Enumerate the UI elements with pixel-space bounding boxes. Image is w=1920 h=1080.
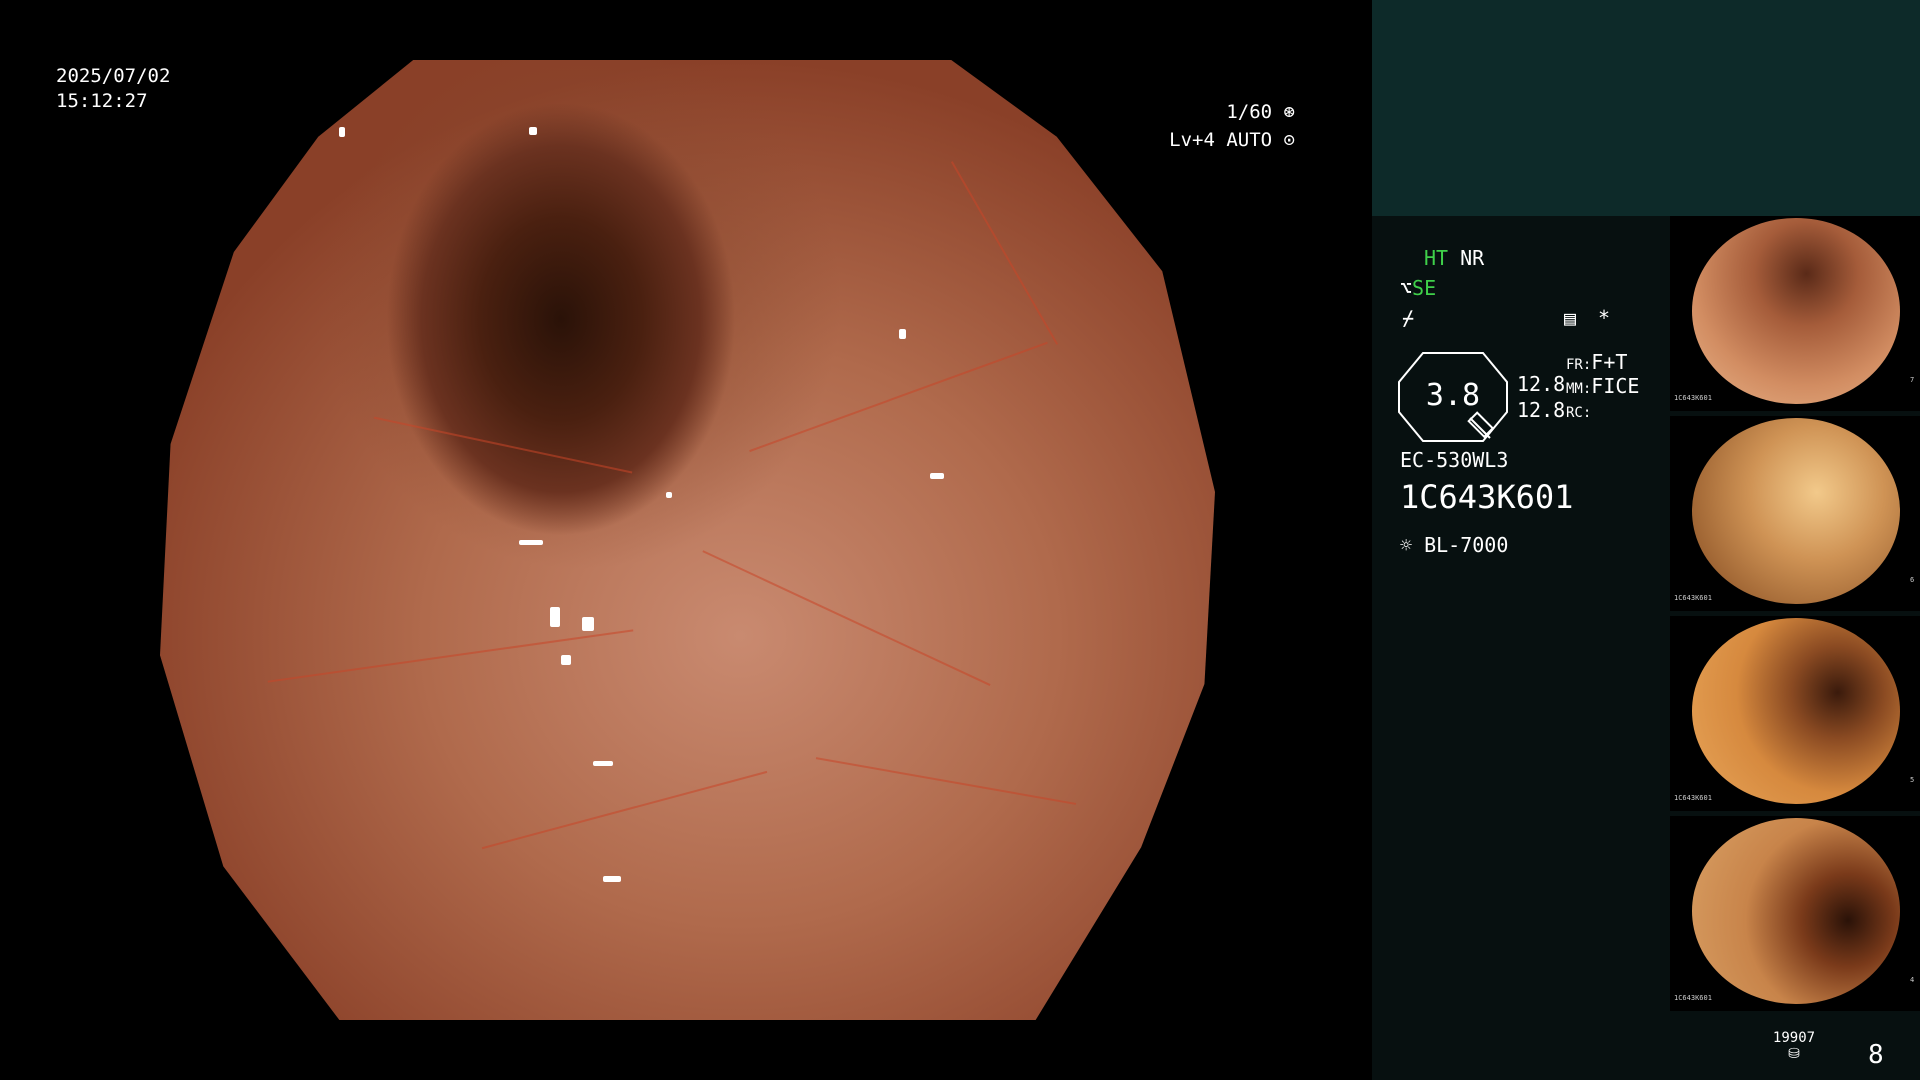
thumbnail-item[interactable]: 1C643K601 6	[1670, 416, 1920, 611]
light-reflection	[592, 760, 613, 766]
thumbnail-serial: 1C643K601	[1674, 594, 1712, 602]
thumbnail-image	[1692, 218, 1900, 404]
iris-icon: ⊙	[1272, 129, 1295, 151]
mm-value: FICE	[1591, 374, 1640, 398]
light-source-icon: ☼	[1400, 533, 1413, 557]
se-status: ⌥SE	[1400, 276, 1436, 300]
shutter-icon: ⊛	[1272, 101, 1295, 123]
light-reflection	[898, 328, 906, 339]
thumbnail-serial: 1C643K601	[1674, 794, 1712, 802]
rc-label: RC:	[1566, 405, 1592, 421]
scope-serial: 1C643K601	[1400, 478, 1574, 516]
shutter-speed: 1/60 ⊛	[1150, 100, 1295, 124]
shutter-value: 1/60	[1226, 101, 1273, 123]
mm-setting: MM:FICE	[1566, 374, 1639, 401]
fr-setting: FR:F+T	[1566, 350, 1627, 377]
zoom-value-2: 12.8	[1517, 398, 1566, 422]
vessel-line	[749, 341, 1048, 453]
vessel-line	[701, 550, 990, 686]
enhancement-icon: ⌿	[1402, 306, 1415, 330]
light-reflection	[529, 127, 538, 136]
mm-label: MM:	[1566, 381, 1592, 397]
ht-nr-status: HT NR	[1424, 246, 1484, 270]
vessel-line	[373, 416, 633, 474]
light-source-label: BL-7000	[1424, 533, 1509, 557]
brightness-level: Lv+4 AUTO ⊙	[1120, 128, 1295, 152]
storage-count: 19907	[1772, 1030, 1816, 1046]
zoom-value-1: 12.8	[1517, 372, 1566, 396]
light-reflection	[560, 655, 571, 666]
vessel-line	[267, 629, 634, 683]
thumbnail-index: 6	[1910, 576, 1915, 584]
light-reflection	[582, 616, 594, 631]
structure-icon: ⌥	[1400, 276, 1413, 300]
thumbnail-serial: 1C643K601	[1674, 994, 1712, 1002]
nr-label: NR	[1460, 246, 1485, 270]
light-reflection	[518, 540, 543, 545]
light-reflection	[339, 127, 346, 138]
light-reflection	[666, 492, 673, 498]
date-label: 2025/07/02	[56, 65, 171, 87]
level-value: Lv+4 AUTO	[1169, 129, 1273, 151]
light-reflection	[550, 607, 561, 628]
fr-value: F+T	[1591, 350, 1628, 374]
zoom-value: 3.8	[1425, 378, 1481, 413]
light-reflection	[603, 876, 622, 882]
zoom-gauge: 3.8	[1398, 352, 1508, 442]
thumbnail-index: 4	[1910, 976, 1915, 984]
light-source: ☼ BL-7000	[1400, 533, 1508, 557]
record-icon: ▤	[1564, 306, 1577, 330]
thumbnail-serial: 1C643K601	[1674, 394, 1712, 402]
thumbnail-image	[1692, 818, 1900, 1004]
info-panel: HT NR ⌥SE ⌿ ▤ * 3.8 12.8 12.8 FR:F+T MM:…	[1372, 0, 1920, 1080]
thumbnail-image	[1692, 618, 1900, 804]
light-reflection	[930, 472, 945, 479]
storage-counter: 19907 ⛁	[1764, 1030, 1824, 1062]
storage-disk-icon: ⛁	[1788, 1046, 1800, 1062]
vessel-line	[815, 757, 1077, 805]
scope-model: EC-530WL3	[1400, 448, 1509, 472]
ht-label: HT	[1424, 246, 1449, 270]
panel-header	[1372, 0, 1920, 216]
fr-label: FR:	[1566, 357, 1592, 373]
thumbnail-image	[1692, 418, 1900, 604]
asterisk-marker: *	[1598, 306, 1611, 330]
endoscopic-image	[160, 60, 1215, 1020]
thumbnail-item[interactable]: 1C643K601 4	[1670, 816, 1920, 1011]
vessel-line	[950, 161, 1058, 345]
se-label: SE	[1412, 276, 1437, 300]
time-label: 15:12:27	[56, 90, 148, 112]
thumbnail-item[interactable]: 1C643K601 5	[1670, 616, 1920, 811]
image-count: 8	[1868, 1040, 1884, 1070]
endoscope-main-view: 2025/07/02 15:12:27 1/60 ⊛ Lv+4 AUTO ⊙	[0, 0, 1372, 1080]
vessel-line	[481, 770, 768, 849]
thumbnail-item[interactable]: 1C643K601 7	[1670, 216, 1920, 411]
thumbnail-index: 7	[1910, 376, 1915, 384]
rc-setting: RC:	[1566, 398, 1591, 425]
thumbnail-strip: 1C643K601 7 1C643K601 6 1C643K601 5 1C64…	[1670, 216, 1920, 1016]
thumbnail-index: 5	[1910, 776, 1915, 784]
